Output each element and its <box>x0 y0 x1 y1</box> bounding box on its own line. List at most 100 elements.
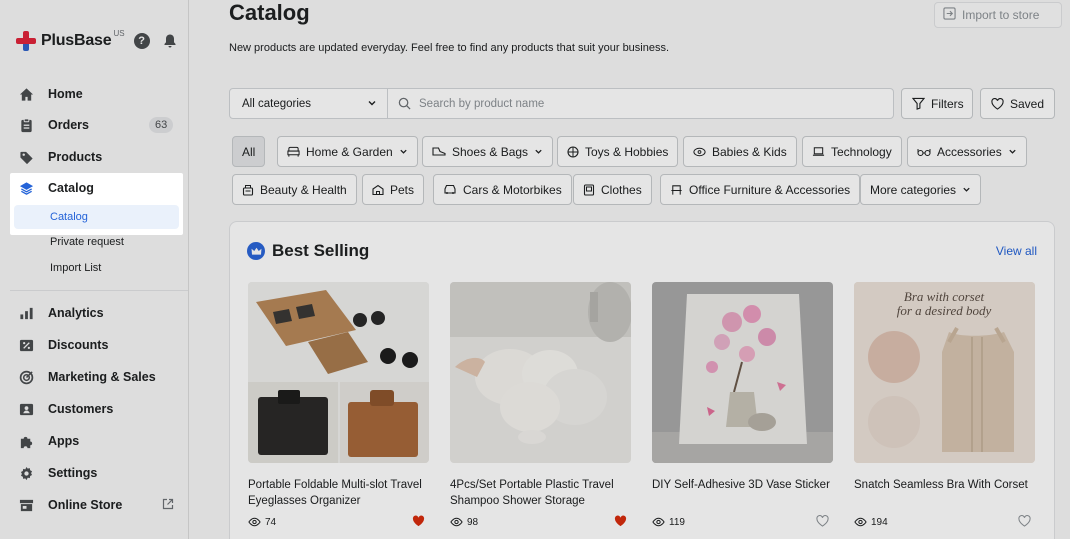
crown-icon <box>247 242 265 260</box>
search-icon <box>398 97 411 110</box>
product-card[interactable]: DIY Self-Adhesive 3D Vase Sticker 119 <box>652 282 833 529</box>
shirt-icon <box>583 183 595 196</box>
saved-button[interactable]: Saved <box>980 88 1055 119</box>
help-icon[interactable]: ? <box>133 33 150 49</box>
chip-babies-kids[interactable]: Babies & Kids <box>683 136 797 167</box>
car-icon <box>443 184 457 195</box>
chevron-down-icon <box>962 185 971 194</box>
product-title[interactable]: DIY Self-Adhesive 3D Vase Sticker <box>652 477 833 509</box>
chip-label: Clothes <box>601 182 642 197</box>
heart-filled-icon[interactable] <box>412 515 425 527</box>
chip-all[interactable]: All <box>232 136 266 167</box>
sidebar-item-apps[interactable]: Apps <box>0 426 188 456</box>
chip-shoes-bags[interactable]: Shoes & Bags <box>422 136 554 167</box>
sidebar-item-home[interactable]: Home <box>0 79 188 109</box>
product-image[interactable]: Bra with corset for a desired body <box>854 282 1035 463</box>
view-all-link[interactable]: View all <box>996 244 1037 258</box>
sidebar-item-label: Orders <box>48 118 89 132</box>
sidebar-subitem-private-request[interactable]: Private request <box>50 236 124 248</box>
chip-label: Technology <box>831 144 892 159</box>
chip-office-furniture[interactable]: Office Furniture & Accessories <box>660 174 861 205</box>
category-select[interactable]: All categories <box>230 89 388 118</box>
sidebar-item-analytics[interactable]: Analytics <box>0 298 188 328</box>
chevron-down-icon <box>1008 147 1017 156</box>
gear-icon <box>18 465 35 482</box>
chip-home-garden[interactable]: Home & Garden <box>277 136 418 167</box>
plusbase-logo-icon <box>15 30 37 52</box>
heart-filled-icon[interactable] <box>614 515 627 527</box>
brand-name: PlusBase <box>41 32 112 49</box>
view-count: 74 <box>265 516 277 528</box>
orders-count-badge: 63 <box>149 117 174 133</box>
filter-icon <box>912 97 925 110</box>
sidebar-item-marketing[interactable]: Marketing & Sales <box>0 362 188 392</box>
product-title[interactable]: Portable Foldable Multi-slot Travel Eyeg… <box>248 477 429 509</box>
import-to-store-button[interactable]: Import to store <box>934 2 1062 28</box>
chevron-down-icon <box>534 147 543 156</box>
product-image[interactable] <box>450 282 631 463</box>
page-title: Catalog <box>229 0 310 25</box>
chip-label: Pets <box>390 182 415 197</box>
external-link-icon[interactable] <box>162 498 174 513</box>
heart-outline-icon[interactable] <box>816 515 829 527</box>
sidebar-subitem-import-list[interactable]: Import List <box>50 262 101 274</box>
product-title[interactable]: 4Pcs/Set Portable Plastic Travel Shampoo… <box>450 477 631 509</box>
sofa-icon <box>287 146 300 158</box>
bell-icon[interactable] <box>162 33 178 49</box>
tag-icon <box>18 149 35 166</box>
sidebar-item-label: Marketing & Sales <box>48 370 156 384</box>
product-card[interactable]: Portable Foldable Multi-slot Travel Eyeg… <box>248 282 429 529</box>
sidebar-subitem-catalog[interactable]: Catalog <box>14 205 179 229</box>
sidebar: PlusBase US ? Home Orders 63 Products Pr… <box>0 0 189 539</box>
brand[interactable]: PlusBase US ? <box>15 29 178 52</box>
page-subtitle: New products are updated everyday. Feel … <box>229 42 670 54</box>
sidebar-item-products[interactable]: Products <box>0 142 188 172</box>
search-placeholder: Search by product name <box>419 97 545 110</box>
best-selling-title: Best Selling <box>247 241 369 261</box>
chip-more-categories[interactable]: More categories <box>860 174 982 205</box>
chip-beauty-health[interactable]: Beauty & Health <box>232 174 357 205</box>
laptop-icon <box>812 146 825 157</box>
heart-outline-icon[interactable] <box>1018 515 1031 527</box>
sidebar-item-orders[interactable]: Orders 63 <box>0 110 188 140</box>
view-count: 119 <box>669 516 685 528</box>
chip-technology[interactable]: Technology <box>802 136 902 167</box>
sidebar-item-customers[interactable]: Customers <box>0 394 188 424</box>
glasses-icon <box>917 147 931 157</box>
product-card[interactable]: Bra with corset for a desired body Snatc… <box>854 282 1035 529</box>
main-content: Catalog Import to store New products are… <box>189 0 1070 539</box>
sidebar-item-settings[interactable]: Settings <box>0 458 188 488</box>
import-icon <box>943 7 956 23</box>
best-selling-panel: Best Selling View all Portable Foldable … <box>229 221 1055 539</box>
shoe-icon <box>432 146 446 157</box>
chevron-down-icon <box>368 101 376 106</box>
product-image-text: Bra with corset <box>904 289 985 304</box>
product-title[interactable]: Snatch Seamless Bra With Corset <box>854 477 1035 509</box>
product-card[interactable]: 4Pcs/Set Portable Plastic Travel Shampoo… <box>450 282 631 529</box>
chip-toys-hobbies[interactable]: Toys & Hobbies <box>557 136 679 167</box>
sidebar-item-label: Online Store <box>48 498 123 512</box>
sidebar-item-online-store[interactable]: Online Store <box>0 490 188 520</box>
chip-accessories[interactable]: Accessories <box>907 136 1027 167</box>
sidebar-item-discounts[interactable]: Discounts <box>0 330 188 360</box>
sidebar-item-label: Apps <box>48 434 80 448</box>
saved-label: Saved <box>1010 96 1045 111</box>
chip-pets[interactable]: Pets <box>362 174 425 205</box>
category-select-value: All categories <box>242 97 312 110</box>
chip-cars-motorbikes[interactable]: Cars & Motorbikes <box>433 174 572 205</box>
search-input[interactable]: Search by product name <box>388 97 893 110</box>
eye-icon <box>854 517 867 527</box>
sidebar-item-label: Catalog <box>48 181 94 195</box>
filters-button[interactable]: Filters <box>901 88 973 119</box>
product-image-text: for a desired body <box>897 303 992 318</box>
eye-icon <box>248 517 261 527</box>
product-image[interactable] <box>248 282 429 463</box>
chip-clothes[interactable]: Clothes <box>573 174 652 205</box>
pet-house-icon <box>372 184 384 196</box>
search-bar: All categories Search by product name <box>229 88 894 119</box>
target-icon <box>18 369 35 386</box>
product-meta: 74 <box>248 515 429 529</box>
chip-label: Toys & Hobbies <box>585 144 669 159</box>
sidebar-item-catalog[interactable]: Catalog <box>0 173 188 203</box>
product-image[interactable] <box>652 282 833 463</box>
